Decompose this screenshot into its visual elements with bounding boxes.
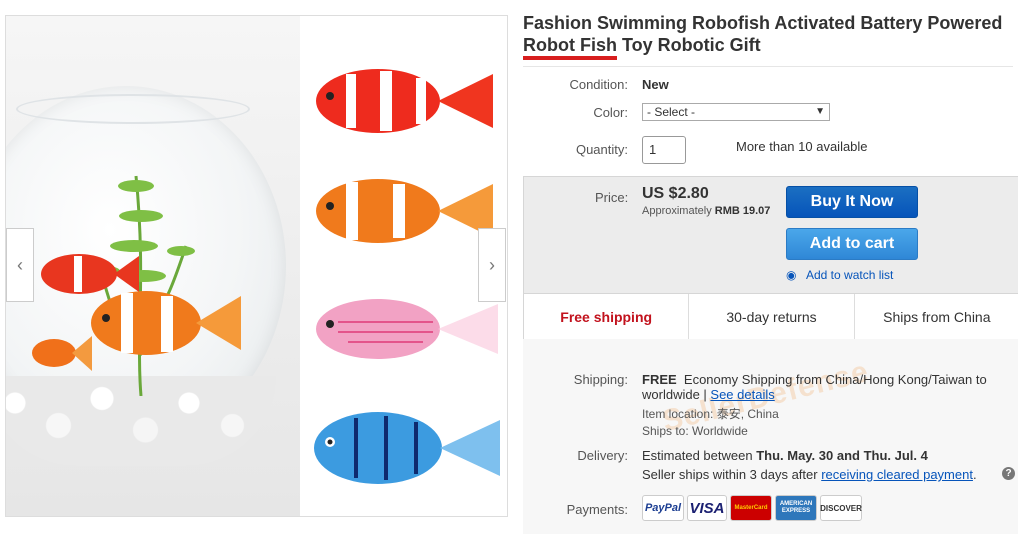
discover-logo: DISCOVER — [820, 495, 862, 521]
shipping-highlights: Free shipping 30-day returns Ships from … — [523, 293, 1018, 341]
fishbowl-rim — [16, 94, 250, 124]
approx-price: Approximately RMB 19.07 — [642, 205, 770, 217]
condition-label: Condition: — [569, 77, 628, 92]
item-location-label: Item location: — [642, 407, 714, 421]
title-text-end: Toy Robotic Gift — [616, 35, 761, 55]
chevron-right-icon: › — [489, 254, 495, 275]
delivery-estimate: Estimated between Thu. May. 30 and Thu. … — [642, 448, 928, 463]
red-robot-fish-image — [316, 69, 493, 133]
visa-logo: VISA — [687, 495, 727, 521]
quantity-label: Quantity: — [575, 142, 628, 157]
amex-logo: AMERICAN EXPRESS — [775, 495, 817, 521]
payments-label: Payments: — [566, 502, 628, 517]
ships-to-value: Worldwide — [692, 424, 748, 438]
gallery-next-button[interactable]: › — [478, 228, 506, 302]
color-label: Color: — [593, 105, 628, 120]
color-select[interactable]: - Select - ▼ — [642, 103, 830, 121]
condition-value: New — [642, 77, 669, 92]
availability-text: More than 10 available — [736, 139, 868, 154]
fishbowl-photo — [6, 16, 300, 516]
buy-it-now-button[interactable]: Buy It Now — [786, 186, 918, 218]
product-image-gallery[interactable] — [5, 15, 508, 517]
shipping-desc: Economy Shipping from China/Hong Kong/Ta… — [683, 372, 987, 387]
orange-fish-image — [91, 291, 241, 355]
item-location: Item location: 泰安, China — [642, 405, 779, 422]
goldfish-image — [32, 336, 92, 371]
add-to-cart-button[interactable]: Add to cart — [786, 228, 918, 260]
watch-label: Add to watch list — [806, 268, 894, 282]
help-icon[interactable]: ? — [1002, 467, 1015, 480]
price-value: US $2.80 — [642, 185, 709, 202]
orange-robot-fish-image — [316, 179, 493, 243]
approx-value: RMB 19.07 — [714, 205, 771, 217]
fish-variants-photo — [300, 16, 507, 516]
ships-from-badge: Ships from China — [883, 309, 991, 325]
paypal-logo: PayPal — [642, 495, 684, 521]
mastercard-logo: MasterCard — [730, 495, 772, 521]
color-select-value: - Select - — [647, 105, 696, 119]
price-label: Price: — [595, 190, 629, 205]
eye-icon: ◉ — [786, 268, 797, 282]
title-text: Fashion Swimming Robofish Activated Batt… — [523, 13, 1003, 33]
free-shipping-badge: Free shipping — [524, 294, 690, 340]
shipping-free: FREE — [642, 372, 677, 387]
dropdown-arrow-icon: ▼ — [815, 106, 825, 117]
see-details-link[interactable]: See details — [710, 387, 774, 402]
item-location-value: 泰安, China — [716, 407, 779, 421]
delivery-dates: Thu. May. 30 and Thu. Jul. 4 — [756, 448, 928, 463]
quantity-input[interactable]: 1 — [642, 136, 686, 164]
ships-to-label: Ships to: — [642, 424, 689, 438]
seller-ships-note: Seller ships within 3 days after receivi… — [642, 467, 977, 482]
cleared-payment-link[interactable]: receiving cleared payment — [821, 467, 973, 482]
add-to-watch-list-link[interactable]: ◉ Add to watch list — [786, 268, 893, 282]
approx-prefix: Approximately — [642, 205, 715, 217]
delivery-prefix: Estimated between — [642, 448, 757, 463]
listing-title: Fashion Swimming Robofish Activated Batt… — [523, 12, 1013, 60]
shipping-label: Shipping: — [573, 372, 628, 387]
shipping-text: FREE Economy Shipping from China/Hong Ko… — [642, 372, 1002, 402]
blue-robot-fish-image — [314, 412, 500, 484]
shipping-desc2: worldwide | — [642, 387, 711, 402]
title-highlight: Robot Fish — [523, 35, 617, 60]
title-divider — [523, 66, 1013, 67]
returns-badge: 30-day returns — [689, 294, 855, 340]
seller-ships-prefix: Seller ships within 3 days after — [642, 467, 822, 482]
gallery-prev-button[interactable]: ‹ — [6, 228, 34, 302]
chevron-left-icon: ‹ — [17, 254, 23, 275]
seller-ships-suffix: . — [972, 467, 977, 482]
delivery-label: Delivery: — [577, 448, 628, 463]
ships-to: Ships to: Worldwide — [642, 424, 748, 438]
